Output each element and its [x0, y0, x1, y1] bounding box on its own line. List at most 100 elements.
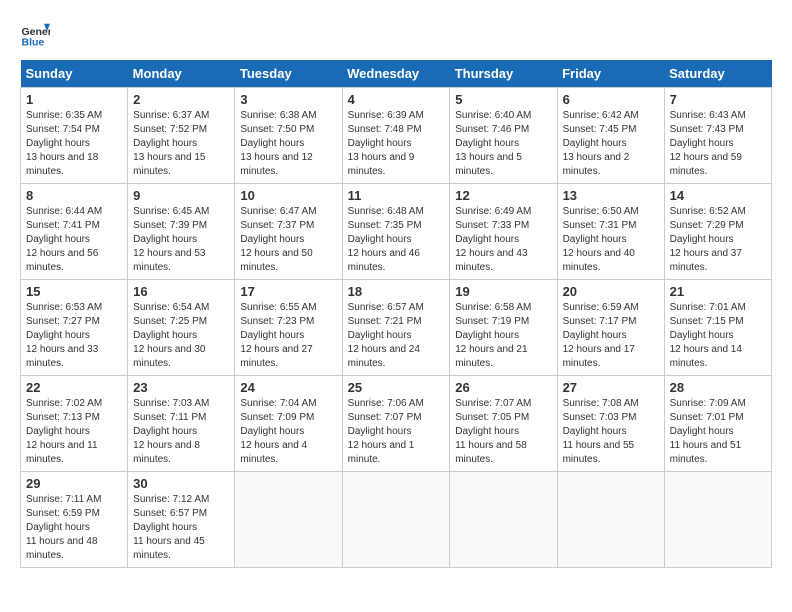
day-detail: Sunrise: 6:43 AMSunset: 7:43 PMDaylight … — [670, 110, 746, 177]
day-detail: Sunrise: 6:53 AMSunset: 7:27 PMDaylight … — [26, 302, 102, 369]
day-detail: Sunrise: 6:47 AMSunset: 7:37 PMDaylight … — [240, 206, 316, 273]
calendar-week-4: 22 Sunrise: 7:02 AMSunset: 7:13 PMDaylig… — [21, 376, 772, 472]
day-detail: Sunrise: 6:54 AMSunset: 7:25 PMDaylight … — [133, 302, 209, 369]
day-number: 25 — [348, 380, 445, 395]
calendar-cell: 11 Sunrise: 6:48 AMSunset: 7:35 PMDaylig… — [342, 184, 450, 280]
day-detail: Sunrise: 6:40 AMSunset: 7:46 PMDaylight … — [455, 110, 531, 177]
day-detail: Sunrise: 7:08 AMSunset: 7:03 PMDaylight … — [563, 398, 639, 465]
weekday-header-friday: Friday — [557, 60, 664, 88]
day-detail: Sunrise: 6:38 AMSunset: 7:50 PMDaylight … — [240, 110, 316, 177]
calendar-cell: 25 Sunrise: 7:06 AMSunset: 7:07 PMDaylig… — [342, 376, 450, 472]
calendar-cell — [342, 472, 450, 568]
calendar-cell: 21 Sunrise: 7:01 AMSunset: 7:15 PMDaylig… — [664, 280, 771, 376]
day-number: 9 — [133, 188, 229, 203]
weekday-header-tuesday: Tuesday — [235, 60, 342, 88]
calendar-cell: 4 Sunrise: 6:39 AMSunset: 7:48 PMDayligh… — [342, 88, 450, 184]
day-number: 20 — [563, 284, 659, 299]
calendar-week-1: 1 Sunrise: 6:35 AMSunset: 7:54 PMDayligh… — [21, 88, 772, 184]
calendar-cell: 3 Sunrise: 6:38 AMSunset: 7:50 PMDayligh… — [235, 88, 342, 184]
day-number: 21 — [670, 284, 766, 299]
day-number: 3 — [240, 92, 336, 107]
weekday-header-sunday: Sunday — [21, 60, 128, 88]
calendar-cell: 18 Sunrise: 6:57 AMSunset: 7:21 PMDaylig… — [342, 280, 450, 376]
calendar-body: 1 Sunrise: 6:35 AMSunset: 7:54 PMDayligh… — [21, 88, 772, 568]
weekday-header-row: SundayMondayTuesdayWednesdayThursdayFrid… — [21, 60, 772, 88]
calendar-cell: 17 Sunrise: 6:55 AMSunset: 7:23 PMDaylig… — [235, 280, 342, 376]
day-number: 19 — [455, 284, 551, 299]
calendar-cell: 16 Sunrise: 6:54 AMSunset: 7:25 PMDaylig… — [128, 280, 235, 376]
day-number: 12 — [455, 188, 551, 203]
day-detail: Sunrise: 7:02 AMSunset: 7:13 PMDaylight … — [26, 398, 102, 465]
day-detail: Sunrise: 6:49 AMSunset: 7:33 PMDaylight … — [455, 206, 531, 273]
day-number: 16 — [133, 284, 229, 299]
day-number: 18 — [348, 284, 445, 299]
day-detail: Sunrise: 7:12 AMSunset: 6:57 PMDaylight … — [133, 494, 209, 561]
day-number: 15 — [26, 284, 122, 299]
calendar-cell: 28 Sunrise: 7:09 AMSunset: 7:01 PMDaylig… — [664, 376, 771, 472]
day-number: 14 — [670, 188, 766, 203]
calendar-cell: 20 Sunrise: 6:59 AMSunset: 7:17 PMDaylig… — [557, 280, 664, 376]
day-number: 4 — [348, 92, 445, 107]
calendar-cell: 13 Sunrise: 6:50 AMSunset: 7:31 PMDaylig… — [557, 184, 664, 280]
calendar-week-2: 8 Sunrise: 6:44 AMSunset: 7:41 PMDayligh… — [21, 184, 772, 280]
calendar-cell — [664, 472, 771, 568]
day-detail: Sunrise: 7:01 AMSunset: 7:15 PMDaylight … — [670, 302, 746, 369]
weekday-header-wednesday: Wednesday — [342, 60, 450, 88]
calendar-cell: 23 Sunrise: 7:03 AMSunset: 7:11 PMDaylig… — [128, 376, 235, 472]
day-number: 30 — [133, 476, 229, 491]
calendar-cell — [235, 472, 342, 568]
calendar-cell: 1 Sunrise: 6:35 AMSunset: 7:54 PMDayligh… — [21, 88, 128, 184]
calendar-table: SundayMondayTuesdayWednesdayThursdayFrid… — [20, 60, 772, 568]
calendar-cell: 6 Sunrise: 6:42 AMSunset: 7:45 PMDayligh… — [557, 88, 664, 184]
day-detail: Sunrise: 7:03 AMSunset: 7:11 PMDaylight … — [133, 398, 209, 465]
day-detail: Sunrise: 6:52 AMSunset: 7:29 PMDaylight … — [670, 206, 746, 273]
day-number: 17 — [240, 284, 336, 299]
weekday-header-monday: Monday — [128, 60, 235, 88]
page-header: General Blue — [20, 20, 772, 50]
day-detail: Sunrise: 7:07 AMSunset: 7:05 PMDaylight … — [455, 398, 531, 465]
day-detail: Sunrise: 6:57 AMSunset: 7:21 PMDaylight … — [348, 302, 424, 369]
weekday-header-saturday: Saturday — [664, 60, 771, 88]
day-detail: Sunrise: 6:42 AMSunset: 7:45 PMDaylight … — [563, 110, 639, 177]
day-detail: Sunrise: 6:45 AMSunset: 7:39 PMDaylight … — [133, 206, 209, 273]
day-number: 7 — [670, 92, 766, 107]
day-detail: Sunrise: 7:06 AMSunset: 7:07 PMDaylight … — [348, 398, 424, 465]
logo: General Blue — [20, 20, 50, 50]
day-detail: Sunrise: 6:48 AMSunset: 7:35 PMDaylight … — [348, 206, 424, 273]
calendar-cell: 24 Sunrise: 7:04 AMSunset: 7:09 PMDaylig… — [235, 376, 342, 472]
day-number: 10 — [240, 188, 336, 203]
day-detail: Sunrise: 6:35 AMSunset: 7:54 PMDaylight … — [26, 110, 102, 177]
day-number: 26 — [455, 380, 551, 395]
day-number: 24 — [240, 380, 336, 395]
calendar-cell: 2 Sunrise: 6:37 AMSunset: 7:52 PMDayligh… — [128, 88, 235, 184]
day-number: 23 — [133, 380, 229, 395]
calendar-cell: 19 Sunrise: 6:58 AMSunset: 7:19 PMDaylig… — [450, 280, 557, 376]
calendar-cell: 27 Sunrise: 7:08 AMSunset: 7:03 PMDaylig… — [557, 376, 664, 472]
day-detail: Sunrise: 6:37 AMSunset: 7:52 PMDaylight … — [133, 110, 209, 177]
day-detail: Sunrise: 6:58 AMSunset: 7:19 PMDaylight … — [455, 302, 531, 369]
svg-text:Blue: Blue — [22, 37, 45, 49]
day-number: 8 — [26, 188, 122, 203]
calendar-week-5: 29 Sunrise: 7:11 AMSunset: 6:59 PMDaylig… — [21, 472, 772, 568]
day-number: 2 — [133, 92, 229, 107]
day-number: 22 — [26, 380, 122, 395]
day-detail: Sunrise: 6:39 AMSunset: 7:48 PMDaylight … — [348, 110, 424, 177]
calendar-cell: 5 Sunrise: 6:40 AMSunset: 7:46 PMDayligh… — [450, 88, 557, 184]
calendar-cell: 10 Sunrise: 6:47 AMSunset: 7:37 PMDaylig… — [235, 184, 342, 280]
day-number: 11 — [348, 188, 445, 203]
logo-icon: General Blue — [20, 20, 50, 50]
day-detail: Sunrise: 6:50 AMSunset: 7:31 PMDaylight … — [563, 206, 639, 273]
day-number: 29 — [26, 476, 122, 491]
calendar-cell: 15 Sunrise: 6:53 AMSunset: 7:27 PMDaylig… — [21, 280, 128, 376]
calendar-cell: 22 Sunrise: 7:02 AMSunset: 7:13 PMDaylig… — [21, 376, 128, 472]
calendar-cell — [450, 472, 557, 568]
calendar-cell — [557, 472, 664, 568]
day-number: 27 — [563, 380, 659, 395]
day-detail: Sunrise: 7:11 AMSunset: 6:59 PMDaylight … — [26, 494, 101, 561]
calendar-cell: 12 Sunrise: 6:49 AMSunset: 7:33 PMDaylig… — [450, 184, 557, 280]
calendar-week-3: 15 Sunrise: 6:53 AMSunset: 7:27 PMDaylig… — [21, 280, 772, 376]
weekday-header-thursday: Thursday — [450, 60, 557, 88]
calendar-cell: 29 Sunrise: 7:11 AMSunset: 6:59 PMDaylig… — [21, 472, 128, 568]
day-number: 1 — [26, 92, 122, 107]
calendar-cell: 7 Sunrise: 6:43 AMSunset: 7:43 PMDayligh… — [664, 88, 771, 184]
